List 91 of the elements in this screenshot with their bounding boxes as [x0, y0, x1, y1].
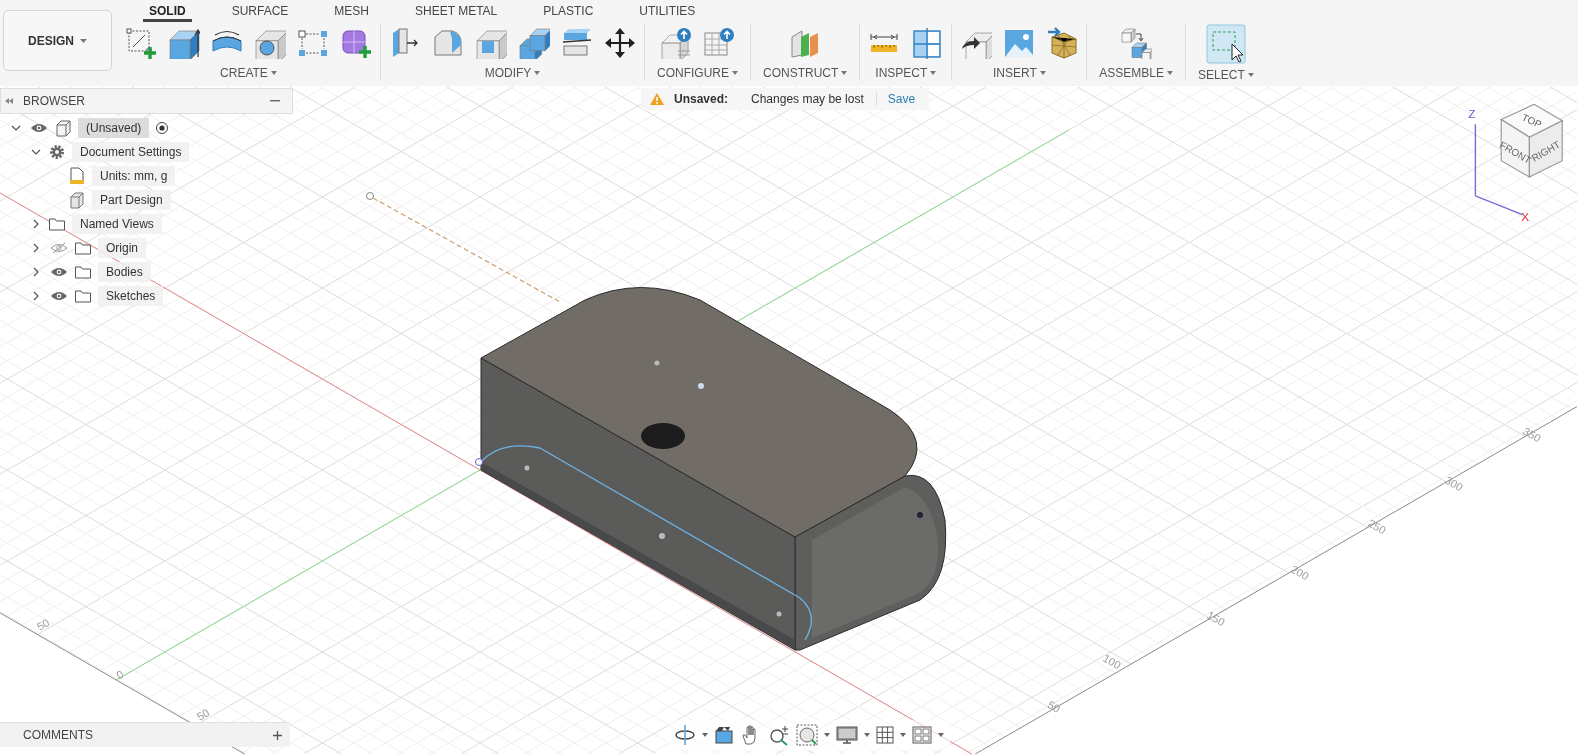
caret-icon[interactable] [702, 733, 708, 737]
caret-icon[interactable] [938, 733, 944, 737]
grid-ruler-label: 300 [1443, 473, 1465, 494]
tree-item[interactable]: (Unsaved) [78, 118, 150, 138]
caret-icon[interactable] [900, 733, 906, 737]
fit-icon[interactable] [796, 724, 818, 746]
toolbar-group-menu[interactable]: CREATE [216, 62, 281, 80]
tree-item[interactable]: Sketches [98, 286, 164, 306]
eye-icon[interactable] [30, 122, 48, 134]
tree-item[interactable]: Origin [98, 238, 146, 258]
grid-ruler-label: 150 [1205, 608, 1227, 629]
mesh-insert-icon[interactable] [1046, 27, 1079, 59]
toolbar-group-menu[interactable]: INSPECT [871, 62, 941, 80]
toolbar-group-menu[interactable]: MODIFY [480, 62, 545, 80]
warning-icon [649, 92, 665, 106]
grid-ruler-label: 100 [1101, 651, 1123, 672]
cube-face-label: TOP [1520, 111, 1544, 131]
caret-icon [930, 71, 937, 75]
gear-icon [48, 143, 66, 161]
tab[interactable]: SURFACE [225, 0, 295, 22]
grid-ruler-label: 0 [114, 667, 126, 682]
tree-item[interactable]: Bodies [98, 262, 151, 282]
collapse-icon[interactable] [5, 98, 13, 104]
configure-icon[interactable] [660, 27, 692, 59]
tab[interactable]: PLASTIC [537, 0, 600, 22]
viewports-icon[interactable] [912, 726, 932, 744]
caret-icon [732, 71, 738, 75]
tab[interactable]: SHEET METAL [409, 0, 504, 22]
component-icon [54, 119, 72, 137]
configure-table-icon[interactable] [703, 27, 735, 59]
grid-ruler-label: 50 [194, 706, 212, 723]
tree-item[interactable]: Named Views [72, 214, 162, 234]
toolbar-group-menu[interactable]: CONSTRUCT [759, 62, 852, 80]
eye-icon[interactable] [50, 266, 68, 278]
caret-icon[interactable] [824, 733, 830, 737]
caret-icon [1247, 73, 1254, 77]
document-ruler-icon [68, 167, 86, 185]
workspace-dropdown[interactable]: DESIGN [3, 10, 112, 71]
folder-icon [74, 240, 92, 256]
axis-label: X [1521, 209, 1529, 222]
caret-icon [80, 38, 87, 43]
folder-icon [74, 288, 92, 304]
grid-ruler-label: 200 [1289, 562, 1311, 583]
caret-icon[interactable] [864, 733, 870, 737]
tree-item[interactable]: Document Settings [72, 142, 190, 162]
grid-ruler-label: 50 [34, 616, 52, 633]
grid-icon[interactable] [876, 726, 894, 744]
hole-cube-icon[interactable] [254, 27, 286, 59]
toolbar-group-menu[interactable]: CONFIGURE [653, 62, 742, 80]
combine-icon[interactable] [518, 27, 550, 59]
view-cube[interactable] [1500, 104, 1564, 179]
caret-icon [1039, 71, 1046, 75]
eye-icon[interactable] [50, 290, 68, 302]
tree-item[interactable]: Part Design [92, 190, 171, 210]
minimize-icon[interactable] [270, 100, 280, 102]
axis-label: Z [1468, 107, 1476, 121]
plus-icon[interactable] [273, 730, 282, 740]
folder-icon [74, 264, 92, 280]
joined-cubes-icon[interactable] [1120, 27, 1153, 59]
folder-icon [48, 216, 66, 232]
cube-icon [68, 191, 86, 209]
tab[interactable]: MESH [328, 0, 376, 22]
save-link[interactable]: Save [885, 92, 916, 106]
tab[interactable]: SOLID [143, 0, 192, 22]
notice-message: Changes may be lost [751, 92, 877, 106]
toolbar-group-menu[interactable]: INSERT [988, 62, 1050, 80]
toolbar-group-menu[interactable]: SELECT [1194, 64, 1258, 82]
active-radio-icon[interactable] [155, 121, 170, 135]
display-settings-icon[interactable] [836, 725, 858, 745]
tree-item[interactable]: Units: mm, g [92, 166, 176, 186]
caret-icon [534, 71, 541, 75]
grid-ruler-label: 50 [1045, 698, 1063, 715]
extrude-box-icon[interactable] [168, 27, 200, 59]
select-box-icon[interactable] [1205, 24, 1246, 64]
notice-label: Unsaved: [674, 92, 729, 106]
sketch-plus-icon[interactable] [125, 27, 157, 59]
move-arrows-icon[interactable] [604, 27, 636, 59]
tab[interactable]: UTILITIES [633, 0, 702, 22]
split-body-icon[interactable] [561, 27, 593, 59]
caret-icon [841, 71, 848, 75]
hidden-eye-icon[interactable] [50, 242, 68, 254]
caret-icon [1167, 71, 1174, 75]
form-cube-plus-icon[interactable] [340, 27, 372, 59]
panel-title: COMMENTS [23, 728, 93, 742]
orbit-icon[interactable] [674, 724, 696, 746]
section-icon[interactable] [911, 27, 944, 59]
panel-title: BROWSER [23, 94, 85, 108]
caret-icon [270, 71, 277, 75]
zoom-icon[interactable] [768, 724, 790, 746]
grid-ruler-label: 350 [1521, 424, 1543, 445]
toolbar-group-menu[interactable]: ASSEMBLE [1095, 62, 1178, 80]
